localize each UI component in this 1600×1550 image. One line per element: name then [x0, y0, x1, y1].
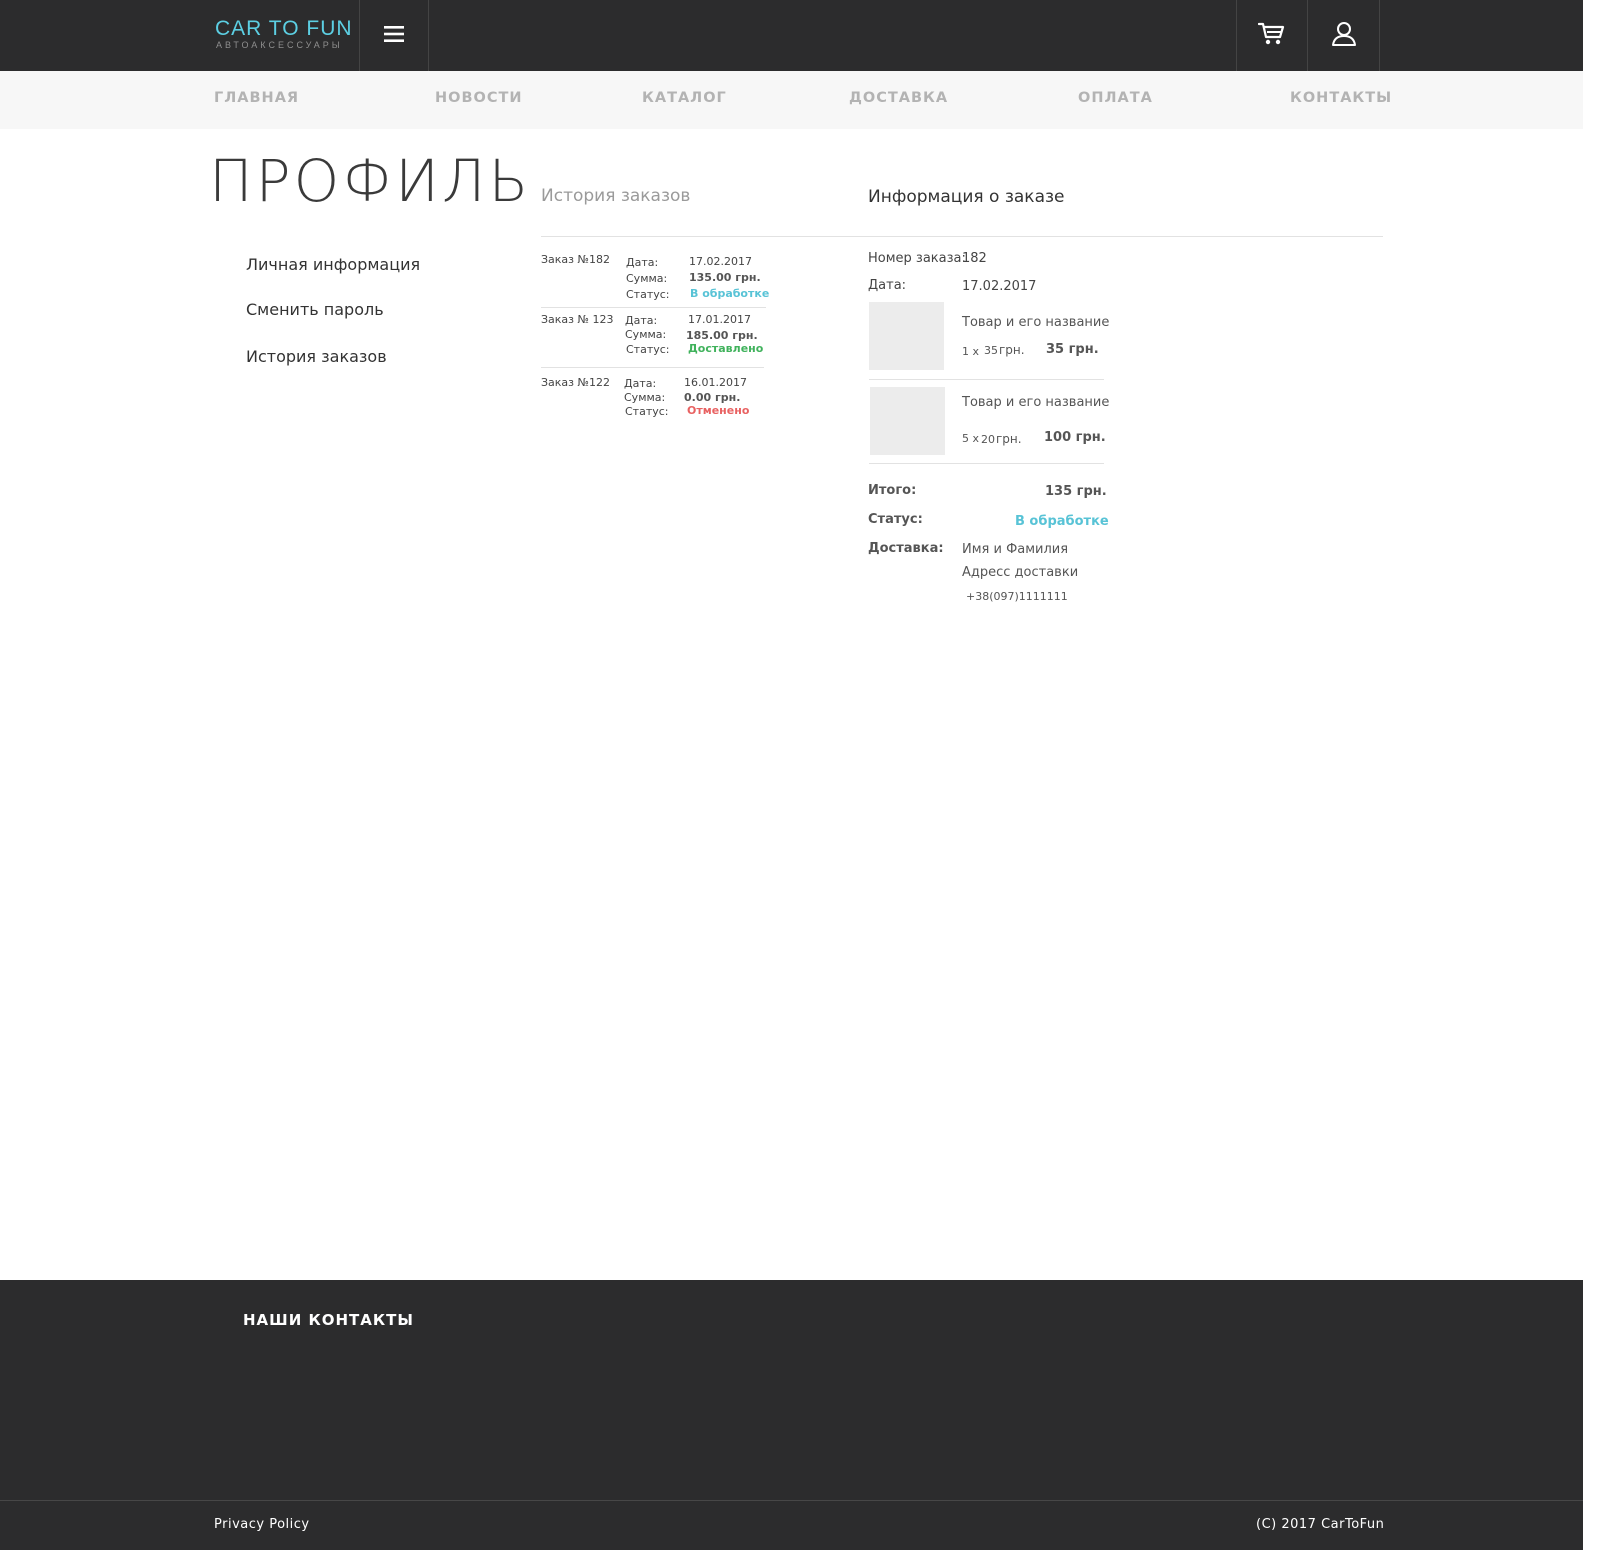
status-label: Статус: — [868, 512, 923, 527]
page-edge — [1583, 0, 1600, 1550]
status-badge: В обработке — [690, 287, 770, 300]
order-number: Заказ № 123 — [541, 313, 614, 326]
order-status-label: Статус: — [625, 405, 669, 418]
order-sum: 0.00 грн. — [684, 391, 741, 404]
footer-contacts-title: НАШИ КОНТАКТЫ — [243, 1311, 414, 1329]
sidebar-item-personal-info[interactable]: Личная информация — [246, 255, 420, 274]
cart-button[interactable] — [1237, 0, 1307, 71]
order-info-heading: Информация о заказе — [868, 187, 1065, 207]
nav-payment[interactable]: ОПЛАТА — [1078, 90, 1153, 106]
order-date: 16.01.2017 — [684, 376, 747, 389]
order-sum: 135.00 грн. — [689, 271, 761, 284]
delivery-label: Доставка: — [868, 541, 944, 556]
total-label: Итого: — [868, 483, 917, 498]
order-status-label: Статус: — [626, 288, 670, 301]
user-button[interactable] — [1308, 0, 1379, 71]
order-number-value: 182 — [962, 251, 987, 266]
product-currency: грн. — [996, 432, 1022, 446]
order-date-label: Дата: — [624, 377, 657, 390]
user-icon — [1331, 21, 1357, 51]
item-divider — [869, 463, 1104, 464]
order-history-heading: История заказов — [541, 186, 691, 206]
order-sum-label: Сумма: — [625, 328, 667, 341]
order-number: Заказ №122 — [541, 376, 610, 389]
footer-divider — [0, 1500, 1583, 1501]
hamburger-icon — [383, 24, 405, 48]
order-number-label: Номер заказа: — [868, 251, 966, 266]
status-badge: В обработке — [1015, 514, 1109, 529]
product-total: 100 грн. — [1044, 430, 1106, 445]
product-name[interactable]: Товар и его название — [962, 395, 1109, 410]
nav-delivery[interactable]: ДОСТАВКА — [849, 90, 948, 106]
order-list-item[interactable]: Заказ № 123 Дата: 17.01.2017 Сумма: 185.… — [541, 311, 766, 366]
logo-subtitle: АВТОАКСЕССУАРЫ — [216, 40, 343, 50]
delivery-address: Адресс доставки — [962, 565, 1079, 580]
list-divider — [541, 367, 764, 368]
order-date-value: 17.02.2017 — [962, 279, 1037, 294]
nav-news[interactable]: НОВОСТИ — [435, 90, 523, 106]
logo-title[interactable]: CAR TO FUN — [215, 17, 353, 41]
cart-icon — [1257, 21, 1286, 51]
total-value: 135 грн. — [1045, 484, 1107, 499]
sidebar-item-order-history[interactable]: История заказов — [246, 347, 387, 366]
product-qty: 5 x — [962, 432, 980, 445]
product-name[interactable]: Товар и его название — [962, 315, 1109, 330]
nav-home[interactable]: ГЛАВНАЯ — [214, 90, 299, 106]
order-list-item[interactable]: Заказ №122 Дата: 16.01.2017 Сумма: 0.00 … — [541, 374, 766, 424]
order-date-label: Дата: — [625, 314, 658, 327]
header-divider — [1379, 0, 1380, 71]
nav-catalog[interactable]: КАТАЛОГ — [642, 90, 727, 106]
order-date-label: Дата: — [868, 278, 907, 293]
order-date: 17.02.2017 — [689, 255, 752, 268]
product-unit-price: 20 — [981, 433, 995, 446]
sidebar-item-change-password[interactable]: Сменить пароль — [246, 300, 384, 319]
nav-contacts[interactable]: КОНТАКТЫ — [1290, 90, 1392, 106]
product-unit-price: 35 — [984, 344, 998, 357]
order-date: 17.01.2017 — [688, 313, 751, 326]
status-badge: Доставлено — [688, 342, 764, 355]
product-thumbnail[interactable] — [869, 302, 944, 370]
list-divider — [541, 307, 766, 308]
page-title: ПРОФИЛЬ — [209, 147, 532, 215]
product-currency: грн. — [999, 343, 1025, 357]
copyright-text: (C) 2017 CarToFun — [1256, 1517, 1385, 1532]
delivery-name: Имя и Фамилия — [962, 542, 1069, 557]
privacy-policy-link[interactable]: Privacy Policy — [214, 1517, 310, 1532]
order-number: Заказ №182 — [541, 253, 610, 266]
product-thumbnail[interactable] — [870, 387, 945, 455]
product-qty: 1 x — [962, 345, 980, 358]
order-sum: 185.00 грн. — [686, 329, 758, 342]
order-status-label: Статус: — [626, 343, 670, 356]
product-total: 35 грн. — [1046, 342, 1099, 357]
order-sum-label: Сумма: — [626, 272, 668, 285]
header-divider — [428, 0, 429, 71]
item-divider — [869, 379, 1104, 380]
footer — [0, 1280, 1583, 1550]
order-date-label: Дата: — [626, 256, 659, 269]
menu-button[interactable] — [360, 0, 428, 71]
order-list-item[interactable]: Заказ №182 Дата: 17.02.2017 Сумма: 135.0… — [541, 253, 770, 308]
order-sum-label: Сумма: — [624, 391, 666, 404]
delivery-phone: +38(097)1111111 — [966, 590, 1068, 603]
section-divider — [541, 236, 1383, 237]
status-badge: Отменено — [687, 404, 750, 417]
